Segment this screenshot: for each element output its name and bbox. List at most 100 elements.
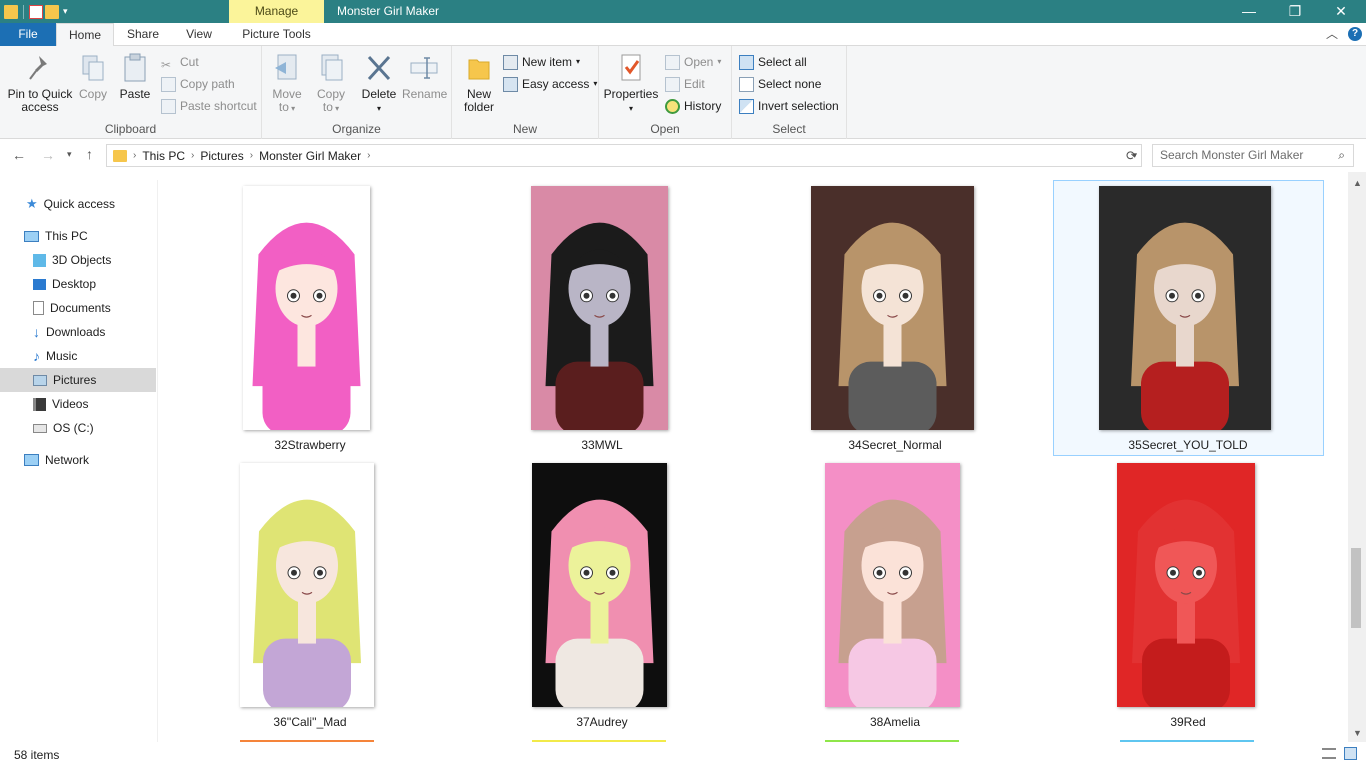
new-folder-icon[interactable] — [45, 4, 59, 19]
file-name-label[interactable]: 38Amelia — [815, 715, 975, 729]
recent-locations-chevron-icon[interactable]: ▾ — [67, 149, 72, 160]
pin-icon — [29, 56, 47, 80]
move-to-label-line1: Move — [272, 87, 302, 101]
select-all-button[interactable]: Select all — [739, 52, 807, 72]
move-to-button[interactable]: Move to ▾ — [268, 52, 306, 115]
large-icons-view-icon[interactable] — [1344, 747, 1357, 760]
minimize-button[interactable]: — — [1226, 0, 1272, 23]
new-folder-label-line2: folder — [463, 100, 495, 114]
collapse-ribbon-icon[interactable]: ︿ — [1326, 23, 1338, 46]
tab-home[interactable]: Home — [56, 23, 114, 47]
search-icon[interactable]: ⌕ — [1338, 145, 1345, 166]
help-icon[interactable]: ? — [1348, 27, 1362, 41]
file-thumbnail[interactable] — [1117, 463, 1255, 707]
nav-os-c[interactable]: OS (C:) — [0, 416, 156, 440]
tab-view[interactable]: View — [172, 23, 226, 46]
restore-button[interactable]: ❐ — [1272, 0, 1318, 23]
file-thumbnail[interactable] — [240, 463, 374, 707]
address-field[interactable]: › This PC › Pictures › Monster Girl Make… — [106, 144, 1142, 167]
details-view-icon[interactable] — [1322, 748, 1336, 759]
pin-to-quick-access-button[interactable]: Pin to Quick access — [6, 52, 74, 114]
search-input[interactable]: Search Monster Girl Maker ⌕ — [1152, 144, 1354, 167]
file-name-label[interactable]: 37Audrey — [522, 715, 682, 729]
file-thumbnail[interactable] — [531, 186, 668, 430]
breadcrumb-separator-icon[interactable]: › — [250, 150, 253, 161]
open-button[interactable]: Open ▾ — [665, 52, 721, 72]
nav-desktop[interactable]: Desktop — [0, 272, 156, 296]
new-item-button[interactable]: New item ▾ — [503, 52, 580, 72]
tab-file[interactable]: File — [0, 23, 56, 46]
nav-music[interactable]: ♪ Music — [0, 344, 156, 368]
history-button[interactable]: History — [665, 96, 721, 116]
select-none-label: Select none — [758, 77, 822, 91]
chevron-down-icon: ▾ — [717, 57, 722, 66]
breadcrumb-separator-icon[interactable]: › — [367, 150, 370, 161]
breadcrumb-this-pc[interactable]: This PC — [142, 149, 185, 163]
clipboard-icon — [124, 53, 146, 82]
nav-pictures[interactable]: Pictures — [0, 368, 156, 392]
open-icon — [665, 54, 680, 70]
file-thumbnail[interactable] — [532, 463, 667, 707]
edit-icon — [665, 76, 680, 92]
easy-access-button[interactable]: Easy access ▾ — [503, 74, 597, 94]
close-button[interactable]: ✕ — [1318, 0, 1364, 23]
paste-shortcut-label: Paste shortcut — [180, 99, 257, 113]
scroll-down-icon[interactable]: ▼ — [1353, 728, 1362, 738]
film-icon — [33, 397, 46, 411]
select-none-button[interactable]: Select none — [739, 74, 821, 94]
select-none-icon — [739, 76, 754, 92]
nav-3d-objects[interactable]: 3D Objects — [0, 248, 156, 272]
nav-documents[interactable]: Documents — [0, 296, 156, 320]
properties-label: Properties — [603, 87, 659, 101]
chevron-down-icon: ▾ — [376, 104, 381, 113]
file-name-label[interactable]: 34Secret_Normal — [815, 438, 975, 452]
open-group-title: Open — [650, 122, 680, 136]
breadcrumb-pictures[interactable]: Pictures — [200, 149, 243, 163]
nav-quick-access-label: Quick access — [43, 197, 116, 211]
nav-quick-access[interactable]: ★ Quick access — [0, 192, 156, 216]
copy-path-button[interactable]: Copy path — [161, 74, 235, 94]
file-thumbnail[interactable] — [1099, 186, 1271, 430]
chevron-down-icon[interactable]: ▾ — [63, 6, 68, 17]
delete-button[interactable]: Delete ▾ — [360, 52, 398, 115]
paste-shortcut-button[interactable]: Paste shortcut — [161, 96, 257, 116]
paste-button[interactable]: Paste — [118, 52, 152, 101]
scroll-up-icon[interactable]: ▲ — [1353, 178, 1362, 188]
back-arrow-icon[interactable]: ← — [12, 147, 26, 163]
rename-button[interactable]: Rename — [402, 52, 447, 101]
desktop-icon — [33, 278, 46, 290]
breadcrumb-separator-icon[interactable]: › — [191, 150, 194, 161]
pin-label-line1: Pin to Quick — [7, 87, 73, 101]
file-thumbnail[interactable] — [243, 186, 370, 430]
file-thumbnail[interactable] — [811, 186, 974, 430]
forward-arrow-icon[interactable]: → — [41, 147, 55, 163]
nav-this-pc[interactable]: This PC — [0, 224, 156, 248]
new-folder-button[interactable]: New folder — [460, 52, 498, 114]
breadcrumb-separator-icon[interactable]: › — [133, 150, 136, 161]
up-arrow-icon[interactable]: ↑ — [86, 146, 93, 162]
file-name-label[interactable]: 35Secret_YOU_TOLD — [1108, 438, 1268, 452]
file-name-label[interactable]: 33MWL — [522, 438, 682, 452]
cut-button[interactable]: ✂ Cut — [161, 52, 199, 72]
file-name-label[interactable]: 32Strawberry — [230, 438, 390, 452]
nav-videos[interactable]: Videos — [0, 392, 156, 416]
tab-picture-tools[interactable]: Picture Tools — [229, 23, 324, 46]
properties-button[interactable]: Properties ▾ — [603, 52, 659, 115]
properties-icon[interactable] — [29, 4, 43, 19]
nav-os-c-label: OS (C:) — [53, 421, 94, 435]
vertical-scrollbar[interactable]: ▲ ▼ — [1348, 172, 1366, 742]
file-name-label[interactable]: 39Red — [1108, 715, 1268, 729]
nav-downloads[interactable]: ↓ Downloads — [0, 320, 156, 344]
tab-share[interactable]: Share — [114, 23, 172, 46]
file-name-label[interactable]: 36''Cali''_Mad — [230, 715, 390, 729]
scrollbar-thumb[interactable] — [1351, 548, 1361, 628]
nav-network[interactable]: Network — [0, 448, 156, 472]
refresh-icon[interactable]: ⟳ — [1126, 148, 1137, 164]
copy-to-button[interactable]: Copy to ▾ — [312, 52, 350, 115]
file-thumbnail[interactable] — [825, 463, 960, 707]
edit-button[interactable]: Edit — [665, 74, 705, 94]
copy-button[interactable]: Copy — [76, 52, 110, 101]
breadcrumb-monster-girl-maker[interactable]: Monster Girl Maker — [259, 149, 361, 163]
easy-access-icon — [503, 76, 518, 92]
invert-selection-button[interactable]: Invert selection — [739, 96, 839, 116]
